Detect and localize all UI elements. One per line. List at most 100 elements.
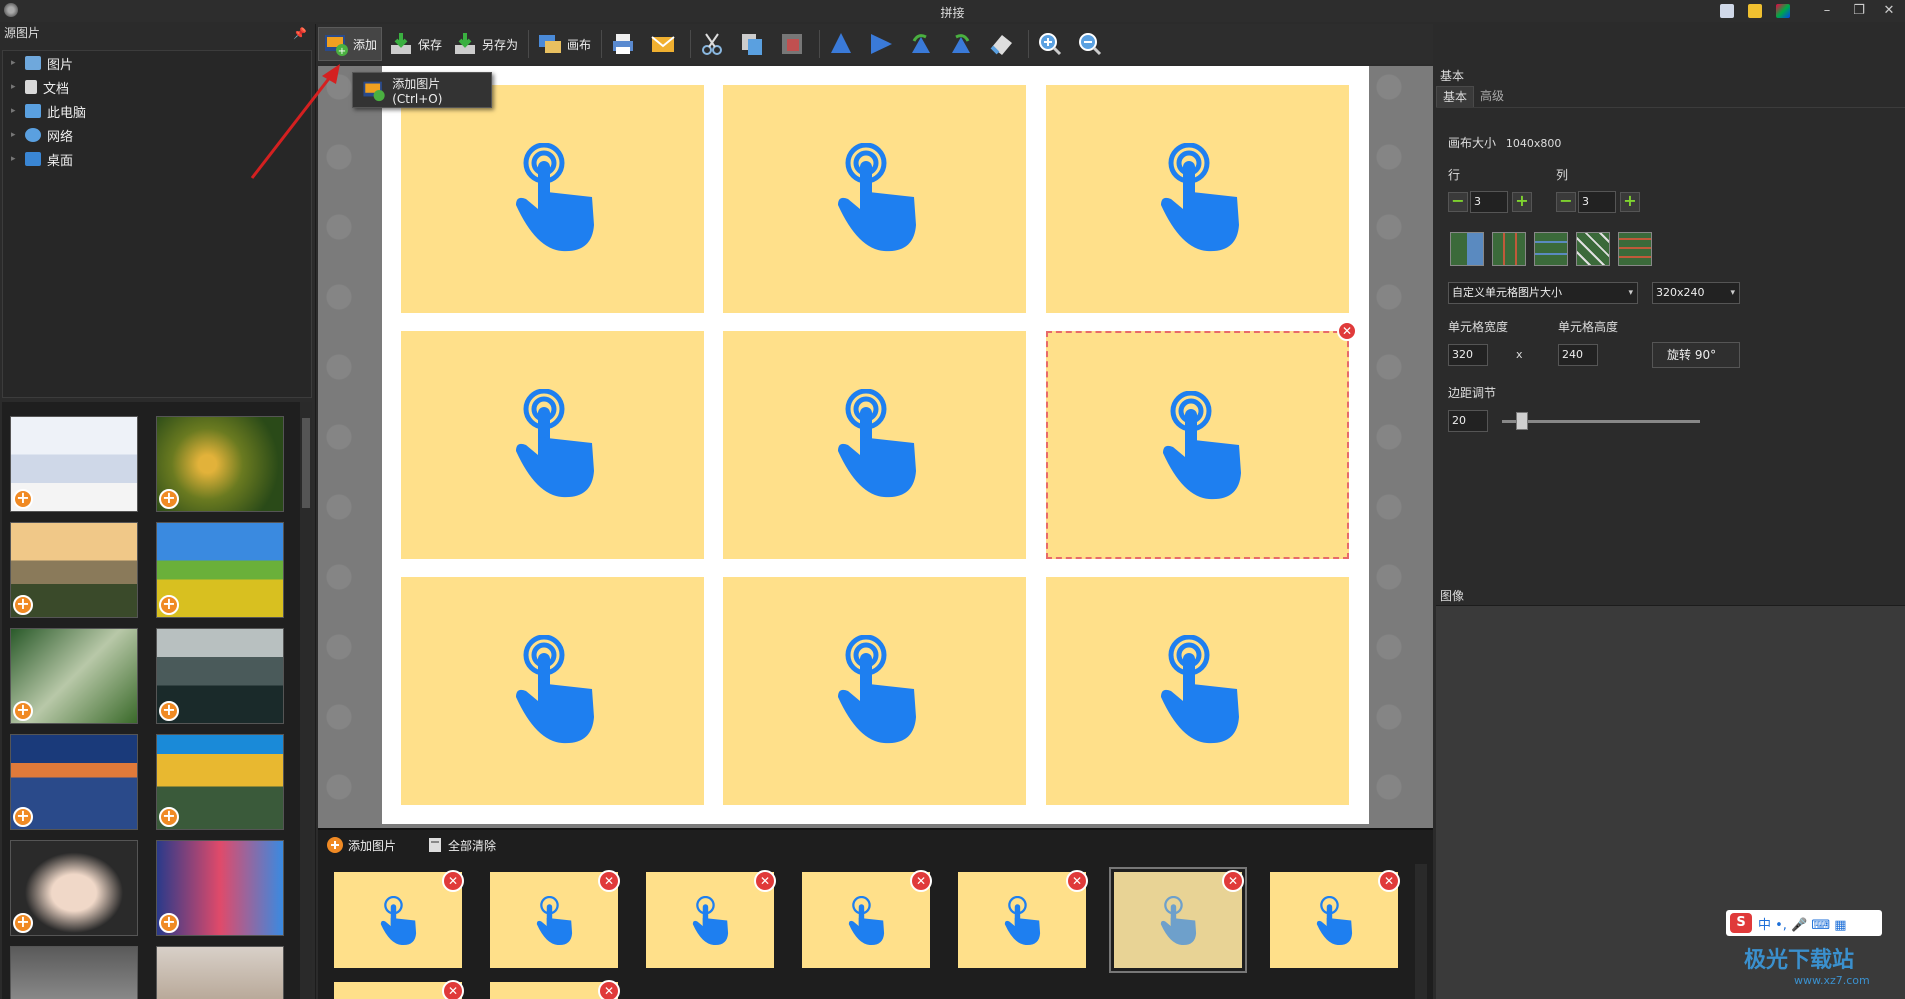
save-as-button[interactable]: 另存为 [448,27,522,61]
strip-image[interactable]: ✕ [334,980,464,999]
add-image-icon[interactable]: + [13,913,33,933]
strip-image[interactable]: ✕ [1270,870,1400,968]
expand-arrow-icon[interactable]: ▸ [11,130,25,140]
collage-cell[interactable] [401,331,704,559]
image-thumbnail[interactable]: + [156,734,284,830]
tab-basic[interactable]: 基本 [1436,86,1475,107]
rows-decrement-button[interactable]: − [1448,192,1468,212]
strip-image[interactable]: ✕ [958,870,1088,968]
strip-image[interactable]: ✕ [490,870,620,968]
add-image-icon[interactable]: + [159,489,179,509]
layout-5-icon[interactable] [1618,232,1652,266]
cols-increment-button[interactable]: + [1620,192,1640,212]
collage-cell[interactable] [1046,85,1349,313]
collage-cell[interactable] [401,85,704,313]
clear-all-button[interactable]: 全部清除 [426,836,496,854]
strip-image[interactable]: ✕ [334,870,464,968]
remove-image-icon[interactable]: ✕ [754,870,776,892]
image-thumbnail[interactable]: + [156,840,284,936]
layout-2-icon[interactable] [1492,232,1526,266]
cell-size-mode-select[interactable]: 自定义单元格图片大小 [1448,282,1638,304]
expand-arrow-icon[interactable]: ▸ [11,106,25,116]
pin-icon[interactable]: 📌 [293,25,307,43]
zoom-in-button[interactable] [1033,27,1071,61]
remove-image-icon[interactable]: ✕ [910,870,932,892]
zoom-out-button[interactable] [1073,27,1111,61]
expand-arrow-icon[interactable]: ▸ [11,58,25,68]
rows-input[interactable]: 3 [1470,191,1508,213]
thumbnail-scrollbar[interactable] [300,402,312,999]
crop-button[interactable] [775,27,813,61]
remove-image-icon[interactable]: ✕ [1222,870,1244,892]
remove-image-icon[interactable]: ✕ [598,980,620,999]
expand-arrow-icon[interactable]: ▸ [11,154,25,164]
margin-slider-handle[interactable] [1516,412,1528,430]
remove-cell-icon[interactable]: ✕ [1337,321,1357,341]
image-thumbnail[interactable]: + [156,628,284,724]
flip-horizontal-button[interactable] [864,27,902,61]
image-thumbnail[interactable]: + [156,522,284,618]
cut-button[interactable] [695,27,733,61]
copy-button[interactable] [735,27,773,61]
rows-increment-button[interactable]: + [1512,192,1532,212]
image-thumbnail[interactable]: + [10,416,138,512]
strip-image[interactable]: ✕ [646,870,776,968]
print-button[interactable] [606,27,644,61]
strip-scrollbar[interactable] [1415,864,1427,999]
margin-slider-track[interactable] [1502,420,1700,423]
remove-image-icon[interactable]: ✕ [1066,870,1088,892]
canvas-button[interactable]: 画布 [533,27,595,61]
cell-size-preset-select[interactable]: 320x240 [1652,282,1740,304]
email-button[interactable] [646,27,684,61]
add-image-icon[interactable]: + [13,807,33,827]
image-thumbnail[interactable]: + [10,840,138,936]
add-image-icon[interactable]: + [13,489,33,509]
add-image-icon[interactable]: + [159,595,179,615]
cols-decrement-button[interactable]: − [1556,192,1576,212]
palette-icon[interactable] [1776,4,1790,18]
add-image-icon[interactable]: + [13,701,33,721]
tab-advanced[interactable]: 高级 [1474,86,1510,107]
strip-image[interactable]: ✕ [802,870,932,968]
expand-arrow-icon[interactable]: ▸ [11,82,25,92]
collage-cell[interactable] [723,331,1026,559]
eraser-button[interactable] [984,27,1022,61]
remove-image-icon[interactable]: ✕ [442,980,464,999]
add-image-icon[interactable]: + [159,701,179,721]
layout-3-icon[interactable] [1534,232,1568,266]
rotate-90-button[interactable]: 旋转 90° [1652,342,1740,368]
rotate-right-button[interactable] [944,27,982,61]
collage-cell[interactable] [723,85,1026,313]
collage-cell[interactable] [723,577,1026,805]
pencil-icon[interactable] [1748,4,1762,18]
add-image-icon[interactable]: + [13,595,33,615]
strip-image-selected[interactable]: ✕ [1109,867,1247,973]
layout-4-icon[interactable] [1576,232,1610,266]
save-button[interactable]: 保存 [384,27,446,61]
add-image-icon[interactable]: + [159,807,179,827]
cell-width-input[interactable]: 320 [1448,344,1488,366]
add-image-button[interactable]: 添加图片 [326,836,396,854]
add-image-icon[interactable]: + [159,913,179,933]
strip-image[interactable]: ✕ [490,980,620,999]
cell-height-input[interactable]: 240 [1558,344,1598,366]
minimize-button[interactable]: – [1812,2,1842,20]
margin-input[interactable]: 20 [1448,410,1488,432]
image-thumbnail[interactable]: + [156,416,284,512]
image-thumbnail[interactable]: + [10,522,138,618]
remove-image-icon[interactable]: ✕ [442,870,464,892]
restore-button[interactable]: ❐ [1844,2,1874,20]
cols-input[interactable]: 3 [1578,191,1616,213]
ime-toolbar[interactable]: S 中 •, 🎤 ⌨ ▦ [1726,910,1882,936]
layout-1-icon[interactable] [1450,232,1484,266]
add-button[interactable]: + 添加 [318,27,383,61]
scrollbar-thumb[interactable] [302,418,310,508]
collage-cell[interactable] [1046,577,1349,805]
skin-icon[interactable] [1720,4,1734,18]
image-thumbnail[interactable] [10,946,138,999]
flip-vertical-button[interactable] [824,27,862,61]
remove-image-icon[interactable]: ✕ [1378,870,1400,892]
collage-cell-selected[interactable] [1046,331,1349,559]
collage-cell[interactable] [401,577,704,805]
image-thumbnail[interactable] [156,946,284,999]
